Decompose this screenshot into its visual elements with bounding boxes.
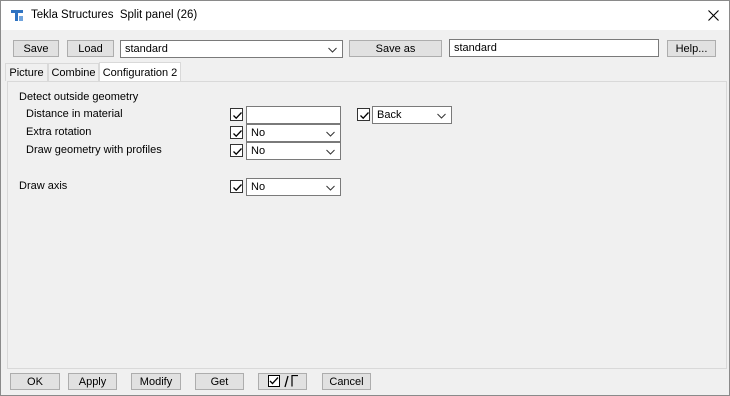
cancel-button[interactable]: Cancel	[322, 373, 371, 390]
preset-select[interactable]: standard	[120, 40, 343, 58]
modify-button[interactable]: Modify	[131, 373, 181, 390]
draw-geometry-select-value: No	[251, 145, 266, 157]
preset-select-value: standard	[125, 43, 168, 55]
chevron-down-icon	[326, 183, 335, 191]
tekla-app-icon	[10, 8, 24, 22]
check-uncheck-all-icon	[267, 375, 298, 388]
save-as-name-input[interactable]: standard	[449, 39, 659, 57]
chevron-down-icon	[328, 45, 337, 53]
distance-in-material-label: Distance in material	[26, 108, 123, 120]
ok-button[interactable]: OK	[10, 373, 60, 390]
distance-side-select[interactable]: Back	[372, 106, 452, 124]
extra-rotation-select[interactable]: No	[246, 124, 341, 142]
draw-geometry-with-profiles-label: Draw geometry with profiles	[26, 144, 162, 156]
draw-axis-select-value: No	[251, 181, 266, 193]
dialog-window: Tekla Structures Split panel (26) Save L…	[0, 0, 730, 396]
title-bar: Tekla Structures Split panel (26)	[1, 1, 729, 30]
distance-in-material-checkbox[interactable]	[230, 108, 243, 121]
group-title-detect-outside-geometry: Detect outside geometry	[19, 91, 139, 103]
draw-axis-checkbox[interactable]	[230, 180, 243, 193]
tab-combine[interactable]: Combine	[48, 63, 99, 81]
draw-axis-label: Draw axis	[19, 180, 68, 192]
apply-button[interactable]: Apply	[68, 373, 117, 390]
draw-geometry-with-profiles-checkbox[interactable]	[230, 144, 243, 157]
distance-in-material-input[interactable]	[246, 106, 341, 124]
configuration-panel: Detect outside geometry Distance in mate…	[7, 81, 727, 369]
extra-rotation-label: Extra rotation	[26, 126, 92, 138]
draw-geometry-with-profiles-select[interactable]: No	[246, 142, 341, 160]
bottom-button-bar: OK Apply Modify Get Cancel	[1, 371, 729, 395]
save-button[interactable]: Save	[13, 40, 59, 57]
tab-configuration-2[interactable]: Configuration 2	[99, 62, 181, 82]
help-button[interactable]: Help...	[667, 40, 716, 57]
close-icon[interactable]	[697, 1, 729, 30]
extra-rotation-checkbox[interactable]	[230, 126, 243, 139]
chevron-down-icon	[437, 111, 446, 119]
chevron-down-icon	[326, 147, 335, 155]
tab-picture[interactable]: Picture	[5, 63, 48, 81]
load-button[interactable]: Load	[67, 40, 114, 57]
toggle-checkboxes-button[interactable]	[258, 373, 307, 390]
draw-axis-select[interactable]: No	[246, 178, 341, 196]
get-button[interactable]: Get	[195, 373, 244, 390]
distance-side-select-value: Back	[377, 109, 402, 121]
extra-rotation-select-value: No	[251, 127, 266, 139]
distance-side-checkbox[interactable]	[357, 108, 370, 121]
window-title: Tekla Structures Split panel (26)	[31, 9, 198, 21]
save-as-button[interactable]: Save as	[349, 40, 442, 57]
chevron-down-icon	[326, 129, 335, 137]
